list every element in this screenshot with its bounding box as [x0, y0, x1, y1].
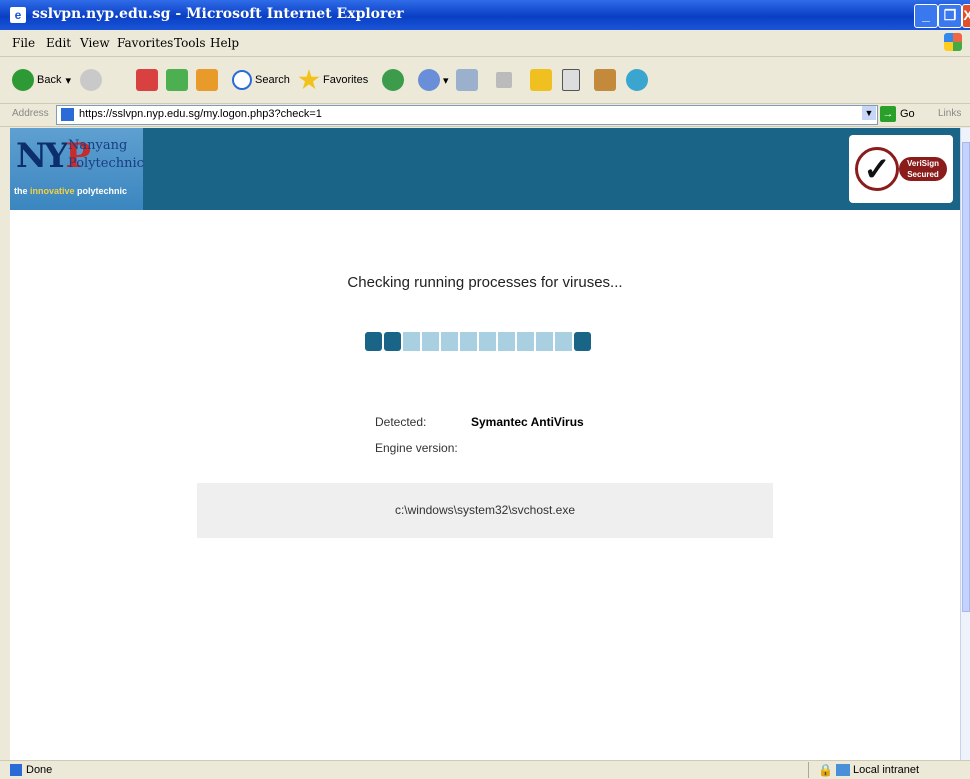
- checkmark-icon: ✓: [855, 147, 899, 191]
- maximize-button[interactable]: ❐: [938, 4, 962, 28]
- progress-segment: [536, 332, 553, 351]
- current-file-box: c:\windows\system32\svchost.exe: [197, 483, 773, 538]
- progress-segment: [441, 332, 458, 351]
- stop-button[interactable]: [136, 67, 161, 93]
- menu-favorites[interactable]: Favorites: [117, 36, 173, 50]
- star-icon: [298, 69, 320, 90]
- status-separator: [808, 762, 809, 778]
- menu-help[interactable]: Help: [210, 36, 239, 50]
- users-button[interactable]: [626, 67, 651, 93]
- favorites-label: Favorites: [323, 74, 369, 86]
- menu-file[interactable]: File: [12, 36, 35, 50]
- menu-edit[interactable]: Edit: [46, 36, 71, 50]
- forward-button[interactable]: [80, 67, 105, 93]
- page-header: NYP Nanyang Polytechnic the innovative p…: [10, 128, 960, 210]
- scan-progress-bar: [365, 332, 591, 351]
- address-url: https://sslvpn.nyp.edu.sg/my.logon.php3?…: [79, 108, 322, 120]
- refresh-icon: [166, 69, 188, 91]
- status-done-text: Done: [26, 764, 53, 776]
- toolbar: Back ▾ Search Favorites ▾: [0, 57, 970, 104]
- page-done-icon: [10, 764, 22, 776]
- links-button[interactable]: Links: [938, 108, 961, 119]
- progress-segment: [517, 332, 534, 351]
- close-button[interactable]: X: [962, 4, 970, 28]
- research-button[interactable]: [562, 67, 583, 93]
- current-file-path: c:\windows\system32\svchost.exe: [394, 503, 576, 517]
- window-title: sslvpn.nyp.edu.sg - Microsoft Internet E…: [32, 6, 404, 22]
- vertical-scrollbar[interactable]: [960, 128, 970, 760]
- menu-view[interactable]: View: [80, 36, 110, 50]
- status-bar: Done 🔒 Local intranet: [0, 760, 970, 779]
- detected-label: Detected:: [375, 415, 427, 429]
- logo-name-line2: Polytechnic: [68, 156, 144, 171]
- home-button[interactable]: [196, 67, 221, 93]
- verisign-badge-text: VeriSign Secured: [899, 157, 947, 181]
- detected-value: Symantec AntiVirus: [471, 415, 584, 429]
- back-label: Back: [37, 74, 62, 86]
- back-button[interactable]: Back ▾: [12, 67, 71, 93]
- print-button[interactable]: [456, 67, 481, 93]
- engine-version-label: Engine version:: [375, 441, 458, 455]
- progress-segment: [365, 332, 382, 351]
- nyp-logo: NYP Nanyang Polytechnic the innovative p…: [10, 128, 144, 210]
- scrollbar-thumb[interactable]: [962, 142, 970, 612]
- address-bar: Address https://sslvpn.nyp.edu.sg/my.log…: [0, 104, 970, 127]
- search-label: Search: [255, 74, 290, 86]
- stop-icon: [136, 69, 158, 91]
- intranet-zone-icon: [836, 764, 850, 776]
- document-icon: [562, 69, 580, 91]
- progress-segment: [555, 332, 572, 351]
- progress-segment: [574, 332, 591, 351]
- logo-tagline: the innovative polytechnic: [14, 186, 128, 196]
- history-button[interactable]: [382, 67, 407, 93]
- discuss-button[interactable]: [530, 67, 555, 93]
- progress-segment: [403, 332, 420, 351]
- go-label: Go: [900, 108, 915, 120]
- go-arrow-icon: →: [880, 106, 896, 122]
- internet-explorer-icon: e: [10, 7, 26, 23]
- verisign-secured-badge[interactable]: ✓ VeriSign Secured: [849, 135, 953, 203]
- messenger-icon: [594, 69, 616, 91]
- back-arrow-icon: [12, 69, 34, 91]
- edit-button[interactable]: [496, 67, 515, 93]
- windows-logo-icon: [944, 33, 962, 51]
- home-icon: [196, 69, 218, 91]
- security-zone-label: Local intranet: [853, 764, 920, 776]
- progress-segment: [422, 332, 439, 351]
- progress-segment: [479, 332, 496, 351]
- messenger-button[interactable]: [594, 67, 619, 93]
- search-icon: [232, 70, 252, 90]
- lock-icon: 🔒: [818, 763, 833, 777]
- progress-segment: [498, 332, 515, 351]
- refresh-button[interactable]: [166, 67, 191, 93]
- folder-icon: [530, 69, 552, 91]
- mail-button[interactable]: ▾: [418, 67, 449, 93]
- search-button[interactable]: Search: [232, 67, 290, 93]
- printer-icon: [456, 69, 478, 91]
- minimize-button[interactable]: _: [914, 4, 938, 28]
- logo-name-line1: Nanyang: [68, 138, 128, 153]
- progress-segment: [460, 332, 477, 351]
- status-message: Checking running processes for viruses..…: [347, 274, 623, 291]
- go-button[interactable]: → Go: [880, 105, 924, 123]
- address-dropdown-button[interactable]: ▼: [862, 106, 876, 120]
- page-icon: [61, 108, 74, 121]
- page-viewport: NYP Nanyang Polytechnic the innovative p…: [10, 128, 960, 760]
- title-bar: e sslvpn.nyp.edu.sg - Microsoft Internet…: [0, 0, 970, 30]
- menu-tools[interactable]: Tools: [174, 36, 206, 50]
- progress-segment: [384, 332, 401, 351]
- users-icon: [626, 69, 648, 91]
- history-icon: [382, 69, 404, 91]
- favorites-button[interactable]: Favorites: [298, 67, 368, 93]
- menu-bar: File Edit View Favorites Tools Help: [0, 30, 970, 57]
- forward-arrow-icon: [80, 69, 102, 91]
- mail-icon: [418, 69, 440, 91]
- edit-icon: [496, 72, 512, 88]
- address-input[interactable]: https://sslvpn.nyp.edu.sg/my.logon.php3?…: [56, 105, 878, 125]
- address-label: Address: [12, 108, 49, 119]
